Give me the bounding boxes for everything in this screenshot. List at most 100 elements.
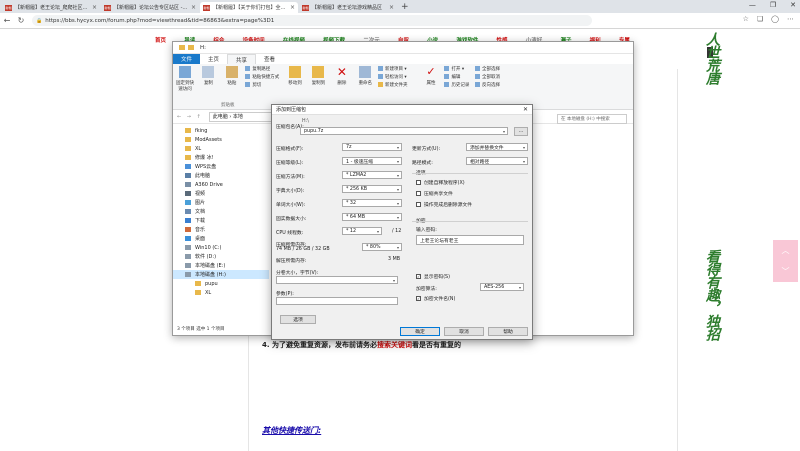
options-button[interactable]: 选项 xyxy=(280,315,316,324)
browser-tab-1[interactable]: 新帽 【新帽履】老王论坛_爬爬社区论坛 × xyxy=(2,2,100,13)
nav-pane-item[interactable]: 本地磁盘 (H:) xyxy=(173,270,269,279)
minimize-button[interactable]: — xyxy=(749,1,756,9)
scroll-up-button[interactable]: ︿ xyxy=(782,245,790,256)
archive-name-field[interactable]: pupu.7z ▾ xyxy=(300,127,508,135)
nav-pane-item[interactable]: A360 Drive xyxy=(173,180,269,189)
delete-button[interactable]: ✕ 删除 xyxy=(332,66,352,86)
nav-pane-item[interactable]: pupu xyxy=(173,279,269,288)
nav-pane-item[interactable]: Win10 (C:) xyxy=(173,243,269,252)
nav-arrows-icon[interactable]: ← → ↑ xyxy=(177,114,203,120)
nav-pane-item[interactable]: 下载 xyxy=(173,216,269,225)
tab-view[interactable]: 查看 xyxy=(256,54,283,64)
browser-tab-4[interactable]: 新帽 【新帽履】老王论坛游戏精品区 × xyxy=(299,2,397,13)
copy-to-button[interactable]: 复制到 xyxy=(308,66,328,86)
params-field[interactable] xyxy=(276,297,398,305)
method-select[interactable]: * LZMA2 ▾ xyxy=(342,171,402,179)
folder-icon[interactable] xyxy=(179,45,185,50)
solid-select[interactable]: * 64 MB ▾ xyxy=(342,213,402,221)
folder-icon[interactable] xyxy=(188,45,194,50)
cancel-button[interactable]: 取消 xyxy=(444,327,484,336)
dict-select[interactable]: * 256 KB ▾ xyxy=(342,185,402,193)
nav-pane-item[interactable]: fking xyxy=(173,126,269,135)
enc-method-select[interactable]: AES-256 ▾ xyxy=(480,283,524,291)
new-folder-button[interactable]: 新建文件夹 xyxy=(378,82,408,90)
encrypt-names-checkbox[interactable]: ✓ 加密文件名(N) xyxy=(416,295,455,302)
move-to-button[interactable]: 移动到 xyxy=(285,66,305,86)
memory-pct-select[interactable]: * 80% ▾ xyxy=(362,243,402,251)
refresh-icon[interactable]: ↻ xyxy=(14,16,28,25)
explorer-search-input[interactable]: 在 本地磁盘 (H:) 中搜索 xyxy=(557,114,627,124)
profile-icon[interactable]: ◯ xyxy=(771,15,779,23)
properties-button[interactable]: ✓ 属性 xyxy=(421,66,441,87)
format-select[interactable]: 7z ▾ xyxy=(342,143,402,151)
nav-pane-item[interactable]: XL xyxy=(173,144,269,153)
rename-button[interactable]: 重命名 xyxy=(355,66,375,86)
close-icon[interactable]: × xyxy=(92,4,97,11)
ad-banner-mid-text[interactable]: 看得有趣，独招 xyxy=(704,249,720,340)
pin-quick-access-button[interactable]: 固定到快速访问 xyxy=(175,66,195,92)
drive-icon xyxy=(185,182,191,187)
favorite-icon[interactable]: ☆ xyxy=(743,15,749,23)
nav-pane-item[interactable]: WPS云盘 xyxy=(173,162,269,171)
select-all-button[interactable]: 全部选择 xyxy=(475,66,500,74)
close-window-button[interactable]: ✕ xyxy=(790,1,796,9)
select-none-button[interactable]: 全部取消 xyxy=(475,74,500,82)
browse-button[interactable]: ... xyxy=(514,127,528,136)
back-icon[interactable]: ← xyxy=(0,16,14,25)
help-button[interactable]: 帮助 xyxy=(488,327,528,336)
nav-pane-item[interactable]: 视频 xyxy=(173,189,269,198)
copy-button[interactable]: 复制 xyxy=(198,66,218,86)
edit-button[interactable]: 编辑 xyxy=(444,74,469,82)
show-password-checkbox[interactable]: ✓ 显示密码(S) xyxy=(416,273,450,280)
delete-after-checkbox[interactable]: 操作完成后删除源文件 xyxy=(416,201,472,208)
easy-access-button[interactable]: 轻松访问 ▾ xyxy=(378,74,408,82)
close-icon[interactable]: × xyxy=(191,4,196,11)
menu-icon[interactable]: ⋯ xyxy=(787,15,794,23)
nav-pane-item[interactable]: 修爆 冰! xyxy=(173,153,269,162)
nav-pane-item[interactable]: XL xyxy=(173,288,269,297)
nav-item[interactable]: 首页 xyxy=(155,32,166,46)
nav-pane-item[interactable]: 文档 xyxy=(173,207,269,216)
quick-links-heading[interactable]: 其他快捷传送门: xyxy=(262,425,321,436)
nav-pane-item[interactable]: 此电脑 xyxy=(173,171,269,180)
shared-files-checkbox[interactable]: 压缩共享文件 xyxy=(416,190,453,197)
tab-file[interactable]: 文件 xyxy=(173,54,201,64)
close-icon[interactable]: × xyxy=(389,4,394,11)
close-icon[interactable]: ✕ xyxy=(523,106,528,113)
close-icon[interactable]: × xyxy=(290,4,295,11)
copy-path-button[interactable]: 复制路径 xyxy=(245,66,279,74)
open-button[interactable]: 打开 ▾ xyxy=(444,66,469,74)
chevron-down-icon[interactable]: ▾ xyxy=(503,129,505,134)
scroll-down-button[interactable]: ﹀ xyxy=(782,266,790,277)
maximize-button[interactable]: ❐ xyxy=(770,1,776,9)
level-select[interactable]: 1 - 极速压缩 ▾ xyxy=(342,157,402,165)
split-size-field[interactable]: ▾ xyxy=(276,276,398,284)
url-bar[interactable]: 🔒 https://bbs.hycyx.com/forum.php?mod=vi… xyxy=(32,15,592,26)
tab-home[interactable]: 主页 xyxy=(200,54,227,64)
nav-pane-item[interactable]: 本地磁盘 (E:) xyxy=(173,261,269,270)
new-item-button[interactable]: 新建项目 ▾ xyxy=(378,66,408,74)
paste-shortcut-button[interactable]: 粘贴快捷方式 xyxy=(245,74,279,82)
collections-icon[interactable]: ❏ xyxy=(757,15,763,23)
nav-pane-item[interactable]: ModAssets xyxy=(173,135,269,144)
new-tab-button[interactable]: + xyxy=(401,2,409,13)
pin-icon xyxy=(179,66,191,78)
browser-tab-2[interactable]: 新帽【新帽履】论坛公告专区站区 - 老王论坛× xyxy=(101,2,199,13)
cut-button[interactable]: 剪切 xyxy=(245,82,279,90)
ok-button[interactable]: 确定 xyxy=(400,327,440,336)
word-select[interactable]: * 32 ▾ xyxy=(342,199,402,207)
paste-button[interactable]: 粘贴 xyxy=(222,66,242,86)
history-button[interactable]: 历史记录 xyxy=(444,82,469,90)
nav-pane-item[interactable]: 音乐 xyxy=(173,225,269,234)
password-field[interactable]: 上老王论坛有老王 xyxy=(416,235,524,245)
nav-pane-item[interactable]: 软件 (D:) xyxy=(173,252,269,261)
invert-selection-button[interactable]: 反向选择 xyxy=(475,82,500,90)
nav-pane-item[interactable]: 图片 xyxy=(173,198,269,207)
cpu-select[interactable]: * 12 ▾ xyxy=(342,227,382,235)
browser-tab-3[interactable]: 新帽【新帽履】【关于你们打包】全站 - 老王论坛× xyxy=(200,2,298,13)
sfx-checkbox[interactable]: 创建自释放程序(X) xyxy=(416,179,465,186)
tab-share[interactable]: 共享 xyxy=(227,54,257,64)
update-mode-select[interactable]: 添加并替换文件 ▾ xyxy=(466,143,528,151)
path-mode-select[interactable]: 相对路径 ▾ xyxy=(466,157,528,165)
nav-pane-item[interactable]: 桌面 xyxy=(173,234,269,243)
